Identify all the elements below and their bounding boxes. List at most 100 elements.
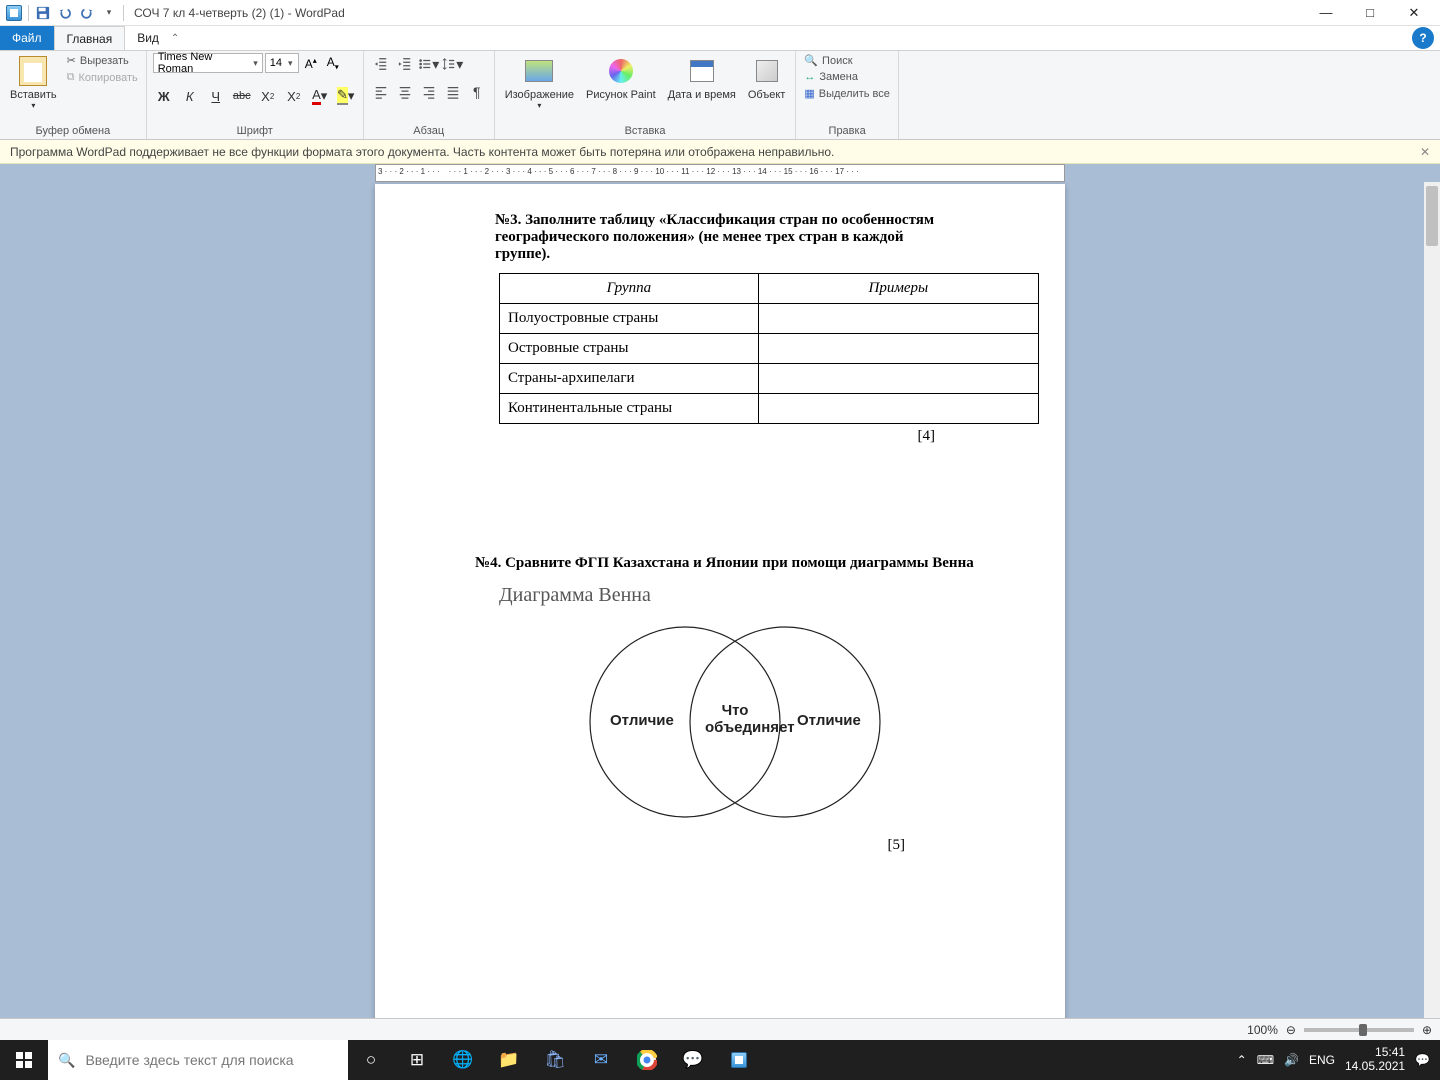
- bullets-button[interactable]: ▾: [418, 53, 440, 75]
- table-cell[interactable]: [758, 334, 1038, 364]
- tray-chevron-icon[interactable]: ⌃: [1237, 1053, 1247, 1067]
- insert-object-button[interactable]: Объект: [744, 53, 789, 103]
- status-bar: 100% ⊖ ⊕: [0, 1018, 1440, 1040]
- copy-icon: ⧉: [67, 71, 75, 84]
- cut-button[interactable]: ✂Вырезать: [65, 53, 140, 68]
- warning-close-icon[interactable]: ✕: [1420, 145, 1430, 159]
- scrollbar-thumb[interactable]: [1426, 186, 1438, 246]
- font-family-select[interactable]: Times New Roman▾: [153, 53, 263, 73]
- compatibility-warning: Программа WordPad поддерживает не все фу…: [0, 140, 1440, 164]
- explorer-icon[interactable]: 📁: [486, 1040, 532, 1080]
- insert-paint-button[interactable]: Рисунок Paint: [582, 53, 660, 103]
- italic-button[interactable]: К: [179, 85, 201, 107]
- align-left-button[interactable]: [370, 81, 392, 103]
- strike-button[interactable]: abc: [231, 85, 253, 107]
- taskbar-search[interactable]: 🔍 Введите здесь текст для поиска: [48, 1040, 348, 1080]
- find-button[interactable]: 🔍Поиск: [802, 53, 892, 68]
- bold-button[interactable]: Ж: [153, 85, 175, 107]
- tab-file[interactable]: Файл: [0, 26, 54, 50]
- align-right-button[interactable]: [418, 81, 440, 103]
- zoom-level: 100%: [1247, 1023, 1278, 1037]
- ribbon: Вставить ▾ ✂Вырезать ⧉Копировать Буфер о…: [0, 50, 1440, 140]
- store-icon[interactable]: 🛍: [532, 1040, 578, 1080]
- search-icon: 🔍: [804, 54, 818, 67]
- venn-right-label: Отличие: [797, 712, 861, 729]
- venn-heading: Диаграмма Венна: [499, 584, 1035, 607]
- system-tray: ⌃ ⌨ 🔊 ENG 15:41 14.05.2021 💬: [1227, 1046, 1440, 1074]
- wordpad-taskbar-icon[interactable]: [716, 1040, 762, 1080]
- language-indicator[interactable]: ENG: [1309, 1053, 1335, 1067]
- group-font-label: Шрифт: [153, 123, 357, 139]
- qat-dropdown-icon[interactable]: ▾: [99, 3, 119, 23]
- volume-icon[interactable]: 🔊: [1284, 1053, 1299, 1067]
- replace-button[interactable]: ↔Замена: [802, 70, 892, 84]
- whatsapp-icon[interactable]: 💬: [670, 1040, 716, 1080]
- title-bar: ▾ СОЧ 7 кл 4-четверть (2) (1) - WordPad …: [0, 0, 1440, 26]
- font-size-select[interactable]: 14▾: [265, 53, 299, 73]
- superscript-button[interactable]: X2: [283, 85, 305, 107]
- save-icon[interactable]: [33, 3, 53, 23]
- paragraph-settings-button[interactable]: ¶: [466, 81, 488, 103]
- classification-table: ГруппаПримеры Полуостровные страны Остро…: [499, 273, 1039, 424]
- taskbar-clock[interactable]: 15:41 14.05.2021: [1345, 1046, 1405, 1074]
- align-justify-button[interactable]: [442, 81, 464, 103]
- tab-view[interactable]: Вид: [125, 26, 171, 50]
- cut-icon: ✂: [67, 54, 76, 67]
- group-editing-label: Правка: [802, 123, 892, 139]
- keyboard-icon[interactable]: ⌨: [1257, 1053, 1274, 1067]
- align-center-button[interactable]: [394, 81, 416, 103]
- group-insert-label: Вставка: [501, 123, 790, 139]
- task-view-icon[interactable]: ⊞: [394, 1040, 440, 1080]
- venn-middle-label: Чтообъединяет: [705, 702, 765, 736]
- line-spacing-button[interactable]: ▾: [442, 53, 464, 75]
- select-all-button[interactable]: ▦Выделить все: [802, 86, 892, 101]
- document-page[interactable]: №3. Заполните таблицу «Классификация стр…: [375, 184, 1065, 1018]
- vertical-scrollbar[interactable]: [1424, 182, 1440, 1018]
- paste-button[interactable]: Вставить ▾: [6, 53, 61, 112]
- help-icon[interactable]: ?: [1412, 27, 1434, 49]
- zoom-slider[interactable]: [1304, 1028, 1414, 1032]
- zoom-in-button[interactable]: ⊕: [1422, 1023, 1432, 1037]
- quick-access-toolbar: ▾: [4, 3, 119, 23]
- group-clipboard-label: Буфер обмена: [6, 123, 140, 139]
- insert-datetime-button[interactable]: Дата и время: [664, 53, 740, 103]
- edge-icon[interactable]: 🌐: [440, 1040, 486, 1080]
- tab-home[interactable]: Главная: [54, 26, 126, 50]
- table-row: Страны-архипелаги: [500, 364, 759, 394]
- outdent-button[interactable]: [370, 53, 392, 75]
- insert-image-button[interactable]: Изображение▾: [501, 53, 578, 112]
- notifications-icon[interactable]: 💬: [1415, 1053, 1430, 1067]
- close-button[interactable]: ✕: [1392, 0, 1436, 26]
- table-cell[interactable]: [758, 304, 1038, 334]
- subscript-button[interactable]: X2: [257, 85, 279, 107]
- grow-font-button[interactable]: A▴: [301, 56, 321, 71]
- ribbon-tabs: Файл Главная Вид ⌃ ?: [0, 26, 1440, 50]
- maximize-button[interactable]: □: [1348, 0, 1392, 26]
- start-button[interactable]: [0, 1040, 48, 1080]
- replace-icon: ↔: [804, 71, 815, 83]
- group-paragraph-label: Абзац: [370, 123, 488, 139]
- copy-button[interactable]: ⧉Копировать: [65, 70, 140, 85]
- question-4-title: №4. Сравните ФГП Казахстана и Японии при…: [475, 555, 995, 572]
- group-editing: 🔍Поиск ↔Замена ▦Выделить все Правка: [796, 51, 899, 139]
- undo-icon[interactable]: [55, 3, 75, 23]
- zoom-out-button[interactable]: ⊖: [1286, 1023, 1296, 1037]
- underline-button[interactable]: Ч: [205, 85, 227, 107]
- chrome-icon[interactable]: [624, 1040, 670, 1080]
- cortana-icon[interactable]: ○: [348, 1040, 394, 1080]
- table-cell[interactable]: [758, 394, 1038, 424]
- document-area: 3 · · · 2 · · · 1 · · · · · · 1 · · · 2 …: [0, 164, 1440, 1018]
- font-color-button[interactable]: A▾: [309, 85, 331, 107]
- table-cell[interactable]: [758, 364, 1038, 394]
- redo-icon[interactable]: [77, 3, 97, 23]
- mail-icon[interactable]: ✉: [578, 1040, 624, 1080]
- score-q3: [4]: [405, 428, 935, 445]
- group-insert: Изображение▾ Рисунок Paint Дата и время …: [495, 51, 797, 139]
- horizontal-ruler[interactable]: 3 · · · 2 · · · 1 · · · · · · 1 · · · 2 …: [375, 164, 1065, 182]
- minimize-button[interactable]: ―: [1304, 0, 1348, 26]
- ribbon-collapse-icon[interactable]: ⌃: [171, 33, 179, 44]
- group-clipboard: Вставить ▾ ✂Вырезать ⧉Копировать Буфер о…: [0, 51, 147, 139]
- highlight-button[interactable]: ✎▾: [335, 85, 357, 107]
- indent-button[interactable]: [394, 53, 416, 75]
- shrink-font-button[interactable]: A▾: [323, 55, 343, 71]
